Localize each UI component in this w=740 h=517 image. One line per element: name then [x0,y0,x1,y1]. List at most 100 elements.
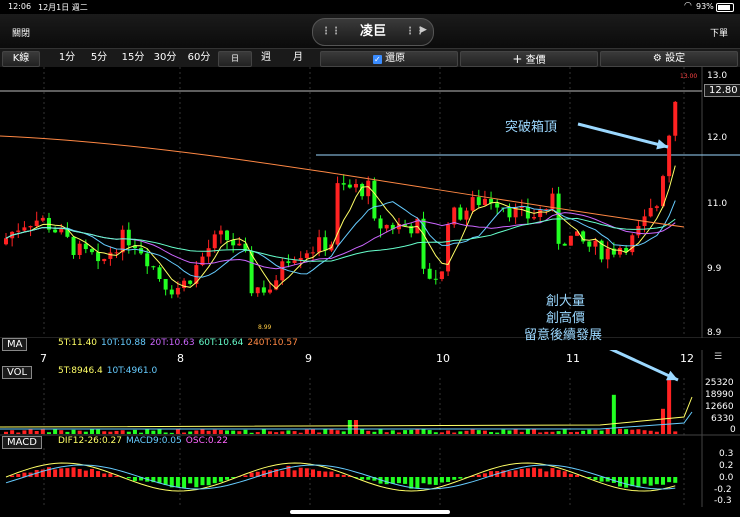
period-week[interactable]: 週 [256,51,276,65]
header-bar: 關閉 ◀ 凌巨 ⋮⋮ ⋮⋮ ▶ 下單 [0,14,740,49]
volume-bar [366,430,371,434]
period-day[interactable]: 日 [218,51,252,67]
macd-osc-bar [83,470,88,477]
period-15min[interactable]: 15分 [120,51,146,65]
volume-bar [231,430,236,434]
macd-osc-bar [132,477,137,481]
volume-bar [464,430,469,434]
candle-body [231,240,236,246]
macd-osc-bar [225,477,230,480]
candle-body [341,183,346,185]
candle-body [151,266,156,268]
stock-title-pill[interactable]: 凌巨 ⋮⋮ ⋮⋮ [312,18,434,46]
next-stock-icon[interactable]: ▶ [420,25,427,35]
candle-body [648,207,653,217]
macd-tag[interactable]: MACD [2,436,42,449]
ma-legend-item: 60T:10.64 [198,338,244,348]
candle-body [568,235,573,246]
macd-osc-bar [10,475,15,477]
macd-osc-bar [71,467,76,477]
volume-bar [507,430,512,434]
macd-legend-item: DIF12-26:0.27 [58,436,122,446]
candlestick-chart[interactable] [0,67,740,517]
macd-osc-bar [458,477,463,479]
volume-bar [489,431,494,434]
vol-tick-25320: 25320 [705,378,734,388]
volume-bar [476,430,481,434]
macd-osc-bar [482,473,487,477]
vol-tag[interactable]: VOL [2,366,33,379]
candle-body [636,226,641,236]
volume-bar [458,431,463,434]
volume-bar [390,430,395,434]
volume-bar [77,430,82,434]
stock-title: 凌巨 [359,24,386,39]
macd-osc-bar [366,477,371,480]
volume-bar [618,428,622,434]
volume-bar [581,430,586,434]
macd-legend-item: MACD9:0.05 [125,436,182,446]
period-30min[interactable]: 30分 [152,51,178,65]
restore-toggle[interactable]: ✓ 還原 [320,51,458,67]
volume-bar [347,420,352,434]
vol-tick-0: 0 [730,425,736,435]
price-tick-11: 11.0 [707,199,728,209]
query-price-button[interactable]: + 查價 [460,51,598,67]
candle-body [261,287,266,293]
macd-osc-bar [673,477,678,483]
volume-bar [335,430,340,434]
volume-bar [648,430,653,434]
volume-bar [587,429,592,434]
volume-bar [538,432,543,434]
macd-osc-bar [525,468,530,477]
volume-bar [212,429,217,434]
volume-bar [421,428,426,434]
candle-body [163,279,168,290]
macd-osc-bar [667,477,672,483]
pane-drag-icon[interactable]: ☰ [714,352,722,362]
macd-tick-03: 0.3 [719,449,734,459]
candle-body [218,230,223,235]
vol-ma5-line [0,396,693,428]
volume-bar [673,431,678,434]
home-indicator [290,510,450,514]
volume-bar [513,429,518,434]
volume-bar [243,429,248,434]
period-month[interactable]: 月 [288,51,308,65]
macd-osc-bar [446,477,451,483]
candle-body [378,218,383,229]
volume-bar [286,430,291,434]
candle-body [323,237,328,251]
volume-bar [372,431,377,434]
volume-bar [225,430,230,434]
low-price-label: 8.99 [258,324,272,331]
volume-bar [525,428,530,434]
macd-osc-bar [268,470,273,477]
candle-body [507,208,512,218]
period-5min[interactable]: 5分 [88,51,110,65]
volume-bar [163,432,168,434]
breakout-annotation: 突破箱頂 [505,120,558,135]
ma-legend: MA 5T:11.40 10T:10.88 20T:10.63 60T:10.64 24… [0,338,740,351]
period-60min[interactable]: 60分 [186,51,212,65]
macd-osc-bar [341,474,346,477]
volume-bar [83,431,88,434]
volume-bar [139,432,144,434]
period-1min[interactable]: 1分 [56,51,78,65]
order-button[interactable]: 下單 [710,26,728,39]
volume-bar [10,430,15,434]
settings-button[interactable]: ⚙ 設定 [600,51,738,67]
close-button[interactable]: 關閉 [12,26,30,39]
kline-button[interactable]: K線 [2,51,40,67]
volume-bar [568,432,573,434]
macd-osc-bar [65,468,70,477]
volume-bar [255,432,260,434]
ma-tag[interactable]: MA [2,338,28,351]
volume-bar [439,432,444,434]
macd-osc-bar [212,477,217,484]
volume-bar [59,430,64,434]
macd-osc-bar [89,468,94,477]
macd-osc-bar [188,477,193,484]
candle-body [667,135,672,177]
macd-osc-bar [46,467,51,477]
